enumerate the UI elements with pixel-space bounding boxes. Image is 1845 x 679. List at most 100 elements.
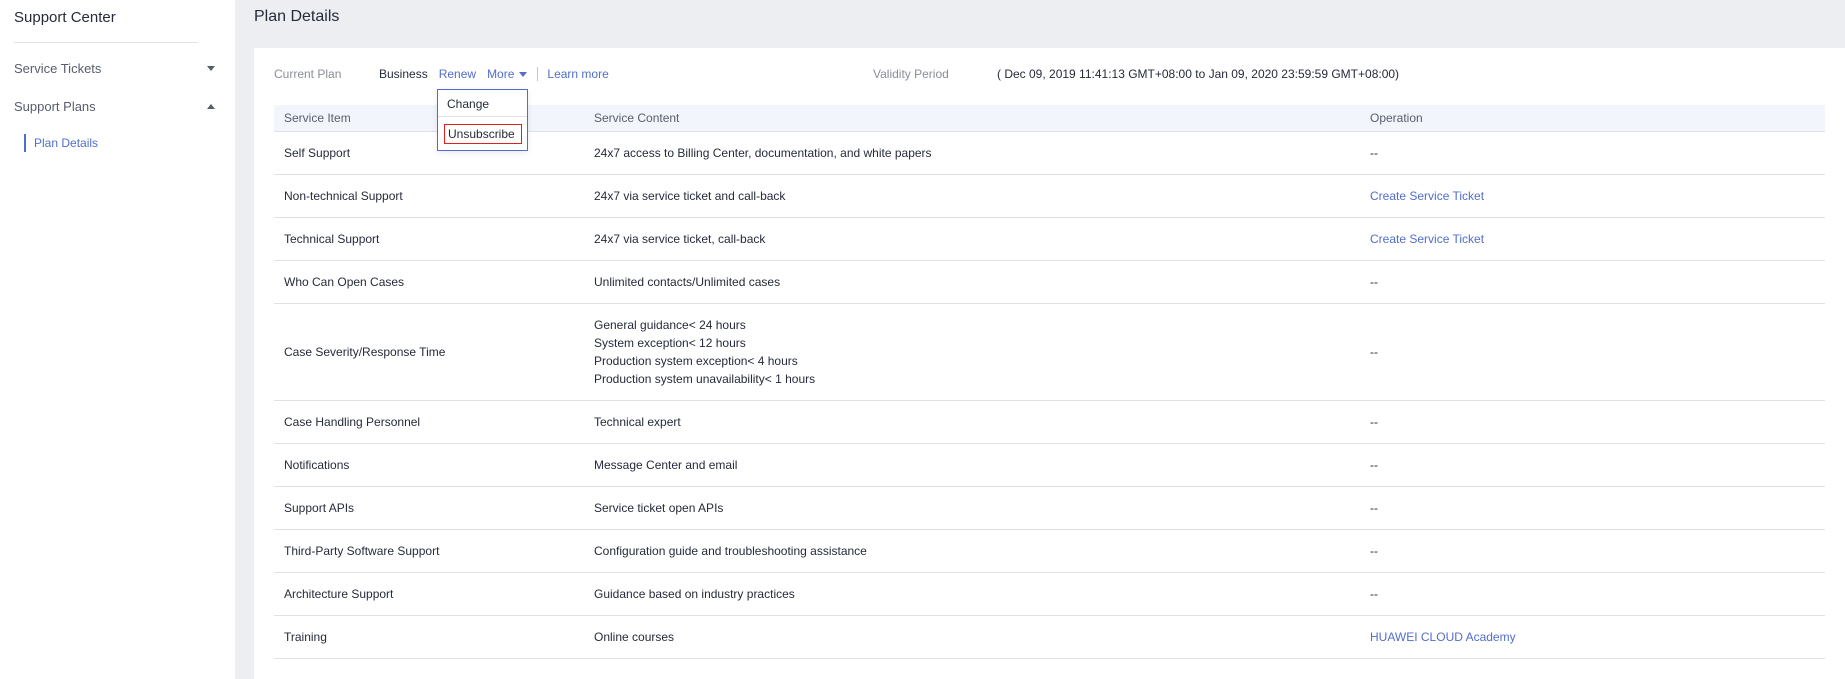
sidebar-item-service-tickets[interactable]: Service Tickets [0,49,229,87]
operation-placeholder: -- [1370,274,1378,289]
table-row: Case Handling Personnel Technical expert -… [274,400,1825,444]
service-content-line: Configuration guide and troubleshooting … [594,543,867,558]
service-content-line: General guidance< 24 hours [594,317,746,332]
service-content-line: Online courses [594,629,675,644]
operation-placeholder: -- [1370,500,1378,515]
more-dropdown-menu: Change Unsubscribe [437,89,528,151]
service-content-cell: Technical expert [584,400,1360,444]
operation-placeholder: -- [1370,586,1378,601]
operation-link[interactable]: Create Service Ticket [1370,189,1484,203]
operation-cell: -- [1360,303,1825,401]
sidebar-item-support-plans[interactable]: Support Plans [0,87,229,125]
service-content-line: Production system unavailability< 1 hour… [594,371,816,386]
service-content-line: 24x7 via service ticket and call-back [594,188,786,203]
operation-link[interactable]: HUAWEI CLOUD Academy [1370,630,1516,644]
menu-divider [438,116,527,117]
service-content-cell: Online courses [584,615,1360,659]
service-item-cell: Third-Party Software Support [274,529,584,573]
operation-placeholder: -- [1370,414,1378,429]
operation-cell: Create Service Ticket [1360,174,1825,218]
service-content-cell: Service ticket open APIs [584,486,1360,530]
service-item-cell: Notifications [274,443,584,487]
column-header-service-content: Service Content [584,105,1360,132]
service-item-cell: Case Handling Personnel [274,400,584,444]
service-content-line: System exception< 12 hours [594,335,746,350]
page-title: Plan Details [254,8,340,25]
service-item-cell: Case Severity/Response Time [274,303,584,401]
operation-placeholder: -- [1370,145,1378,160]
table-row: Training Online courses HUAWEI CLOUD Acade… [274,615,1825,659]
current-plan-row: Current Plan Business Renew More Learn m… [274,64,1834,84]
table-row: Architecture Support Guidance based on in… [274,572,1825,616]
operation-cell: -- [1360,260,1825,304]
validity-period-label: Validity Period [873,67,949,81]
service-content-cell: 24x7 via service ticket and call-back [584,174,1360,218]
chevron-down-icon [519,72,528,77]
renew-link[interactable]: Renew [439,67,476,81]
service-item-cell: Self Support [274,131,584,175]
menu-item-unsubscribe[interactable]: Unsubscribe [444,124,522,144]
chevron-down-icon [207,65,215,71]
current-plan-label: Current Plan [274,67,342,81]
service-item-cell: Support APIs [274,486,584,530]
table-row: Technical Support 24x7 via service ticket… [274,217,1825,261]
validity-period-value: ( Dec 09, 2019 11:41:13 GMT+08:00 to Jan… [997,67,1400,81]
sidebar-title: Support Center [14,9,116,26]
sidebar-item-label: Support Plans [14,98,96,114]
operation-cell: Create Service Ticket [1360,217,1825,261]
operation-cell: -- [1360,131,1825,175]
table-row: Notifications Message Center and email -- [274,443,1825,487]
service-content-cell: 24x7 via service ticket, call-back [584,217,1360,261]
operation-cell: -- [1360,572,1825,616]
sidebar-divider [14,42,198,43]
operation-cell: -- [1360,443,1825,487]
service-content-cell: Unlimited contacts/Unlimited cases [584,260,1360,304]
service-content-cell: Message Center and email [584,443,1360,487]
operation-placeholder: -- [1370,344,1378,359]
operation-placeholder: -- [1370,457,1378,472]
column-header-service-item: Service Item [274,105,584,132]
operation-cell: -- [1360,529,1825,573]
service-content-line: Service ticket open APIs [594,500,724,515]
more-label: More [487,67,515,81]
table-row: Who Can Open Cases Unlimited contacts/Unl… [274,260,1825,304]
service-content-line: Unlimited contacts/Unlimited cases [594,274,781,289]
service-content-cell: General guidance< 24 hours System excepti… [584,303,1360,401]
chevron-up-icon [207,103,215,109]
service-item-cell: Non-technical Support [274,174,584,218]
service-content-cell: Configuration guide and troubleshooting … [584,529,1360,573]
service-content-line: 24x7 via service ticket, call-back [594,231,766,246]
current-plan-name: Business [379,67,428,81]
column-header-operation: Operation [1360,105,1825,132]
service-content-cell: 24x7 access to Billing Center, documenta… [584,131,1360,175]
service-item-cell: Technical Support [274,217,584,261]
active-indicator [24,134,26,152]
sidebar-item-label: Service Tickets [14,60,102,76]
sidebar-subitem-plan-details[interactable]: Plan Details [0,125,235,161]
learn-more-link[interactable]: Learn more [547,67,608,81]
menu-item-change[interactable]: Change [447,97,489,111]
divider [537,67,539,81]
table-body: Self Support 24x7 access to Billing Cente… [274,131,1825,659]
service-item-cell: Architecture Support [274,572,584,616]
operation-cell: -- [1360,486,1825,530]
operation-link[interactable]: Create Service Ticket [1370,232,1484,246]
operation-placeholder: -- [1370,543,1378,558]
operation-cell: -- [1360,400,1825,444]
service-item-cell: Training [274,615,584,659]
service-content-cell: Guidance based on industry practices [584,572,1360,616]
table-row: Non-technical Support 24x7 via service ti… [274,174,1825,218]
table-row: Case Severity/Response Time General guida… [274,303,1825,401]
service-content-line: Message Center and email [594,457,738,472]
service-items-table: Service Item Service Content Operation S… [274,105,1825,659]
service-content-line: Technical expert [594,414,681,429]
service-content-line: Guidance based on industry practices [594,586,795,601]
operation-cell: HUAWEI CLOUD Academy [1360,615,1825,659]
table-row: Third-Party Software Support Configuratio… [274,529,1825,573]
sidebar-subitem-label: Plan Details [34,136,99,150]
service-content-line: Production system exception< 4 hours [594,353,798,368]
more-dropdown-button[interactable]: More [487,67,528,81]
service-item-cell: Who Can Open Cases [274,260,584,304]
sidebar: Support Center Service Tickets Support P… [0,0,235,679]
service-content-line: 24x7 access to Billing Center, documenta… [594,145,932,160]
